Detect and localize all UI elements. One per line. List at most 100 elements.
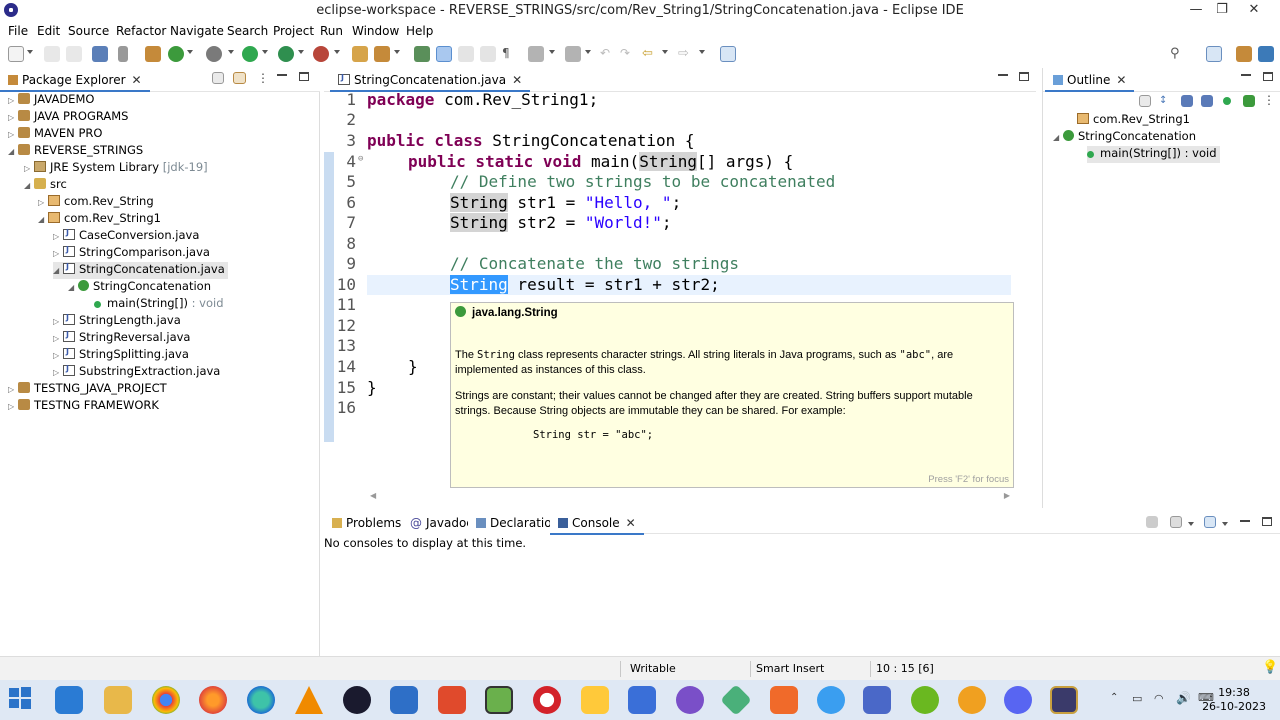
app-icon[interactable]: [958, 686, 986, 714]
tree-item[interactable]: ▷ TESTNG_JAVA_PROJECT: [8, 381, 167, 398]
chevron-down-icon[interactable]: [394, 50, 400, 54]
notepad-plus-icon[interactable]: [485, 686, 513, 714]
collapse-all-icon[interactable]: [212, 72, 224, 84]
tree-item[interactable]: ▷ TESTNG FRAMEWORK: [8, 398, 159, 415]
block-selection-icon[interactable]: [458, 46, 474, 62]
tree-item[interactable]: ▷ JAVA PROGRAMS: [8, 109, 128, 126]
overview-ruler[interactable]: [1028, 92, 1036, 492]
forward-edit-icon[interactable]: ↷: [620, 46, 636, 62]
outline-item[interactable]: com.Rev_String1: [1077, 112, 1190, 129]
chevron-down-icon[interactable]: [585, 50, 591, 54]
app-icon[interactable]: [628, 686, 656, 714]
chrome-icon[interactable]: [152, 686, 180, 714]
chevron-down-icon[interactable]: [1188, 522, 1194, 526]
search-icon[interactable]: ⚲: [1170, 46, 1186, 62]
view-menu-icon[interactable]: ⋮: [1263, 93, 1279, 109]
mark-occurrences-icon[interactable]: [436, 46, 452, 62]
debug-perspective-icon[interactable]: [1258, 46, 1274, 62]
app-icon[interactable]: [343, 686, 371, 714]
java-perspective-icon[interactable]: [1236, 46, 1252, 62]
javadoc-hover[interactable]: java.lang.String The String class repres…: [450, 302, 1014, 488]
menu-edit[interactable]: Edit: [37, 24, 60, 38]
menu-file[interactable]: File: [8, 24, 28, 38]
maximize-view-icon[interactable]: [1019, 72, 1029, 81]
toggle-breadcrumb-icon[interactable]: [414, 46, 430, 62]
tree-item[interactable]: ▷ MAVEN PRO: [8, 126, 102, 143]
close-window-button[interactable]: ✕: [1242, 2, 1266, 20]
app-icon[interactable]: [863, 686, 891, 714]
utorrent-icon[interactable]: [911, 686, 939, 714]
fold-icon[interactable]: ⊖: [358, 154, 363, 164]
app-icon[interactable]: [438, 686, 466, 714]
tab-console[interactable]: Console ✕: [550, 511, 644, 535]
system-clock[interactable]: 19:38 26-10-2023: [1202, 686, 1266, 714]
run-icon[interactable]: [242, 46, 258, 62]
chevron-down-icon[interactable]: [298, 50, 304, 54]
tray-chevron-icon[interactable]: ⌃: [1110, 692, 1118, 703]
hide-non-public-icon[interactable]: [1223, 97, 1231, 105]
last-edit-icon[interactable]: ↶: [600, 46, 616, 62]
app-icon[interactable]: [770, 686, 798, 714]
new-class-icon[interactable]: [168, 46, 184, 62]
chevron-down-icon[interactable]: [187, 50, 193, 54]
network-icon[interactable]: ▭: [1132, 692, 1142, 705]
chevron-down-icon[interactable]: [27, 50, 33, 54]
tree-item[interactable]: ▷StringComparison.java: [53, 245, 210, 262]
save-icon[interactable]: [44, 46, 60, 62]
tab-string-concatenation[interactable]: StringConcatenation.java ✕: [330, 68, 531, 92]
chevron-down-icon[interactable]: [228, 50, 234, 54]
skip-breakpoints-icon[interactable]: [118, 46, 128, 62]
back-arrow-icon[interactable]: ⇦: [642, 46, 658, 62]
minimize-view-icon[interactable]: [277, 74, 287, 76]
chevron-down-icon[interactable]: [662, 50, 668, 54]
maximize-view-icon[interactable]: [1263, 72, 1273, 81]
tree-item[interactable]: ▷ com.Rev_String: [38, 194, 154, 211]
show-whitespace-icon[interactable]: ¶: [502, 46, 518, 62]
chevron-down-icon[interactable]: [549, 50, 555, 54]
discord-icon[interactable]: [1004, 686, 1032, 714]
tree-item-selected[interactable]: ◢StringConcatenation.java: [53, 262, 228, 279]
tree-item[interactable]: ◢ src: [24, 177, 67, 194]
file-explorer-icon[interactable]: [104, 686, 132, 714]
volume-icon[interactable]: 🔊: [1176, 691, 1191, 705]
app-icon[interactable]: [581, 686, 609, 714]
tree-item[interactable]: ▷StringReversal.java: [53, 330, 190, 347]
menu-window[interactable]: Window: [352, 24, 399, 38]
horizontal-scrollbar[interactable]: ◀ ▶: [370, 491, 1010, 500]
word-icon[interactable]: [390, 686, 418, 714]
menu-run[interactable]: Run: [320, 24, 343, 38]
github-icon[interactable]: [676, 686, 704, 714]
close-icon[interactable]: ✕: [132, 73, 142, 87]
vlc-icon[interactable]: [295, 686, 323, 714]
collapse-all-icon[interactable]: [1139, 95, 1151, 107]
menu-help[interactable]: Help: [406, 24, 433, 38]
tree-item[interactable]: ▷SubstringExtraction.java: [53, 364, 220, 381]
new-file-icon[interactable]: [8, 46, 24, 62]
search-tool-icon[interactable]: [374, 46, 390, 62]
minimize-view-icon[interactable]: [1241, 74, 1251, 76]
external-tools-icon[interactable]: [313, 46, 329, 62]
word-wrap-icon[interactable]: [480, 46, 496, 62]
pin-editor-icon[interactable]: [720, 46, 736, 62]
app-icon[interactable]: [720, 684, 752, 716]
open-type-icon[interactable]: [352, 46, 368, 62]
maximize-view-icon[interactable]: [299, 72, 309, 81]
hide-local-types-icon[interactable]: [1243, 95, 1255, 107]
tab-problems[interactable]: Problems: [324, 511, 410, 535]
tree-item[interactable]: ◢ StringConcatenation: [68, 279, 211, 296]
eclipse-taskbar-icon[interactable]: [1050, 686, 1078, 714]
next-annotation-icon[interactable]: [528, 46, 544, 62]
menu-navigate[interactable]: Navigate: [170, 24, 224, 38]
pin-console-icon[interactable]: [1146, 516, 1158, 528]
tree-item[interactable]: ▷ JRE System Library [jdk-19]: [24, 160, 208, 177]
tree-item[interactable]: ▷StringSplitting.java: [53, 347, 189, 364]
tree-item[interactable]: ◢ REVERSE_STRINGS: [8, 143, 143, 160]
sort-icon[interactable]: ↕: [1159, 95, 1171, 107]
menu-refactor[interactable]: Refactor: [116, 24, 166, 38]
edge-icon[interactable]: [247, 686, 275, 714]
tree-item[interactable]: ▷CaseConversion.java: [53, 228, 199, 245]
vscode-icon[interactable]: [55, 686, 83, 714]
outline-item[interactable]: ◢ StringConcatenation: [1053, 129, 1196, 146]
scroll-right-icon[interactable]: ▶: [1004, 491, 1010, 500]
tree-item[interactable]: ◢ com.Rev_String1: [38, 211, 161, 228]
